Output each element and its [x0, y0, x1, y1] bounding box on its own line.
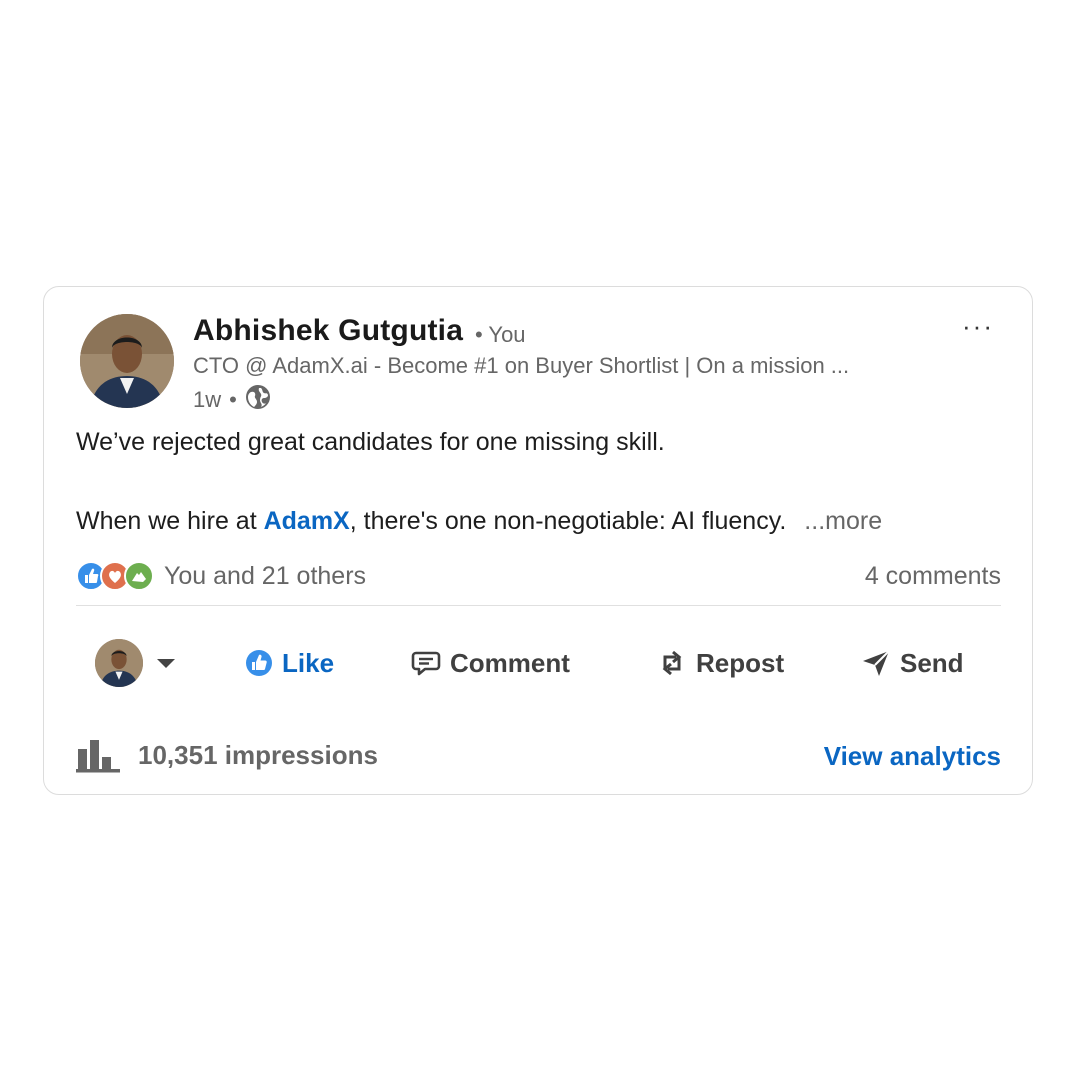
post-body-line-1: We’ve rejected great candidates for one … — [76, 428, 665, 456]
author-avatar[interactable] — [80, 314, 174, 408]
support-reaction-icon — [124, 561, 154, 591]
post-body-text: , there's one non-negotiable: AI fluency… — [349, 507, 787, 535]
globe-icon — [245, 384, 271, 416]
action-bar: Like Comment Repost Send — [44, 635, 1032, 691]
send-icon — [863, 650, 890, 676]
post-meta: 1w • — [193, 384, 271, 416]
comment-label: Comment — [450, 647, 570, 678]
send-button[interactable]: Send — [860, 635, 964, 691]
impressions-count: 10,351 impressions — [138, 739, 378, 770]
caret-down-icon — [157, 658, 175, 668]
post-body-text: When we hire at — [76, 507, 264, 535]
like-label: Like — [282, 647, 335, 678]
reactions-count[interactable]: You and 21 others — [164, 562, 366, 591]
see-more-link[interactable]: ...more — [804, 507, 882, 535]
post-card: Abhishek Gutgutia • You CTO @ AdamX.ai -… — [43, 286, 1033, 795]
company-mention-link[interactable]: AdamX — [264, 507, 350, 535]
repost-button[interactable]: Repost — [656, 635, 784, 691]
like-icon — [246, 650, 272, 676]
like-button[interactable]: Like — [244, 635, 334, 691]
view-analytics-link[interactable]: View analytics — [824, 741, 1001, 772]
impressions: 10,351 impressions — [76, 737, 378, 773]
repost-label: Repost — [696, 647, 785, 678]
current-user-avatar — [95, 639, 143, 687]
send-label: Send — [900, 647, 964, 678]
author-name[interactable]: Abhishek Gutgutia — [193, 314, 463, 348]
divider — [76, 605, 1001, 606]
actor-switcher[interactable] — [95, 635, 175, 691]
comment-button[interactable]: Comment — [410, 635, 570, 691]
comments-count[interactable]: 4 comments — [865, 562, 1001, 591]
bar-chart-icon — [76, 740, 120, 773]
more-options-icon[interactable]: ··· — [962, 311, 994, 342]
comment-icon — [411, 651, 441, 676]
author-headline: CTO @ AdamX.ai - Become #1 on Buyer Shor… — [193, 353, 850, 378]
meta-separator: • — [229, 387, 237, 412]
post-time: 1w — [193, 387, 222, 412]
relation-badge: • You — [475, 322, 526, 347]
repost-icon — [662, 650, 682, 676]
analytics-footer: 10,351 impressions View analytics — [76, 737, 1001, 777]
post-body-line-2: When we hire at AdamX, there's one non-n… — [76, 509, 882, 534]
reaction-icons — [76, 561, 154, 591]
reactions-summary[interactable]: You and 21 others — [76, 561, 366, 591]
